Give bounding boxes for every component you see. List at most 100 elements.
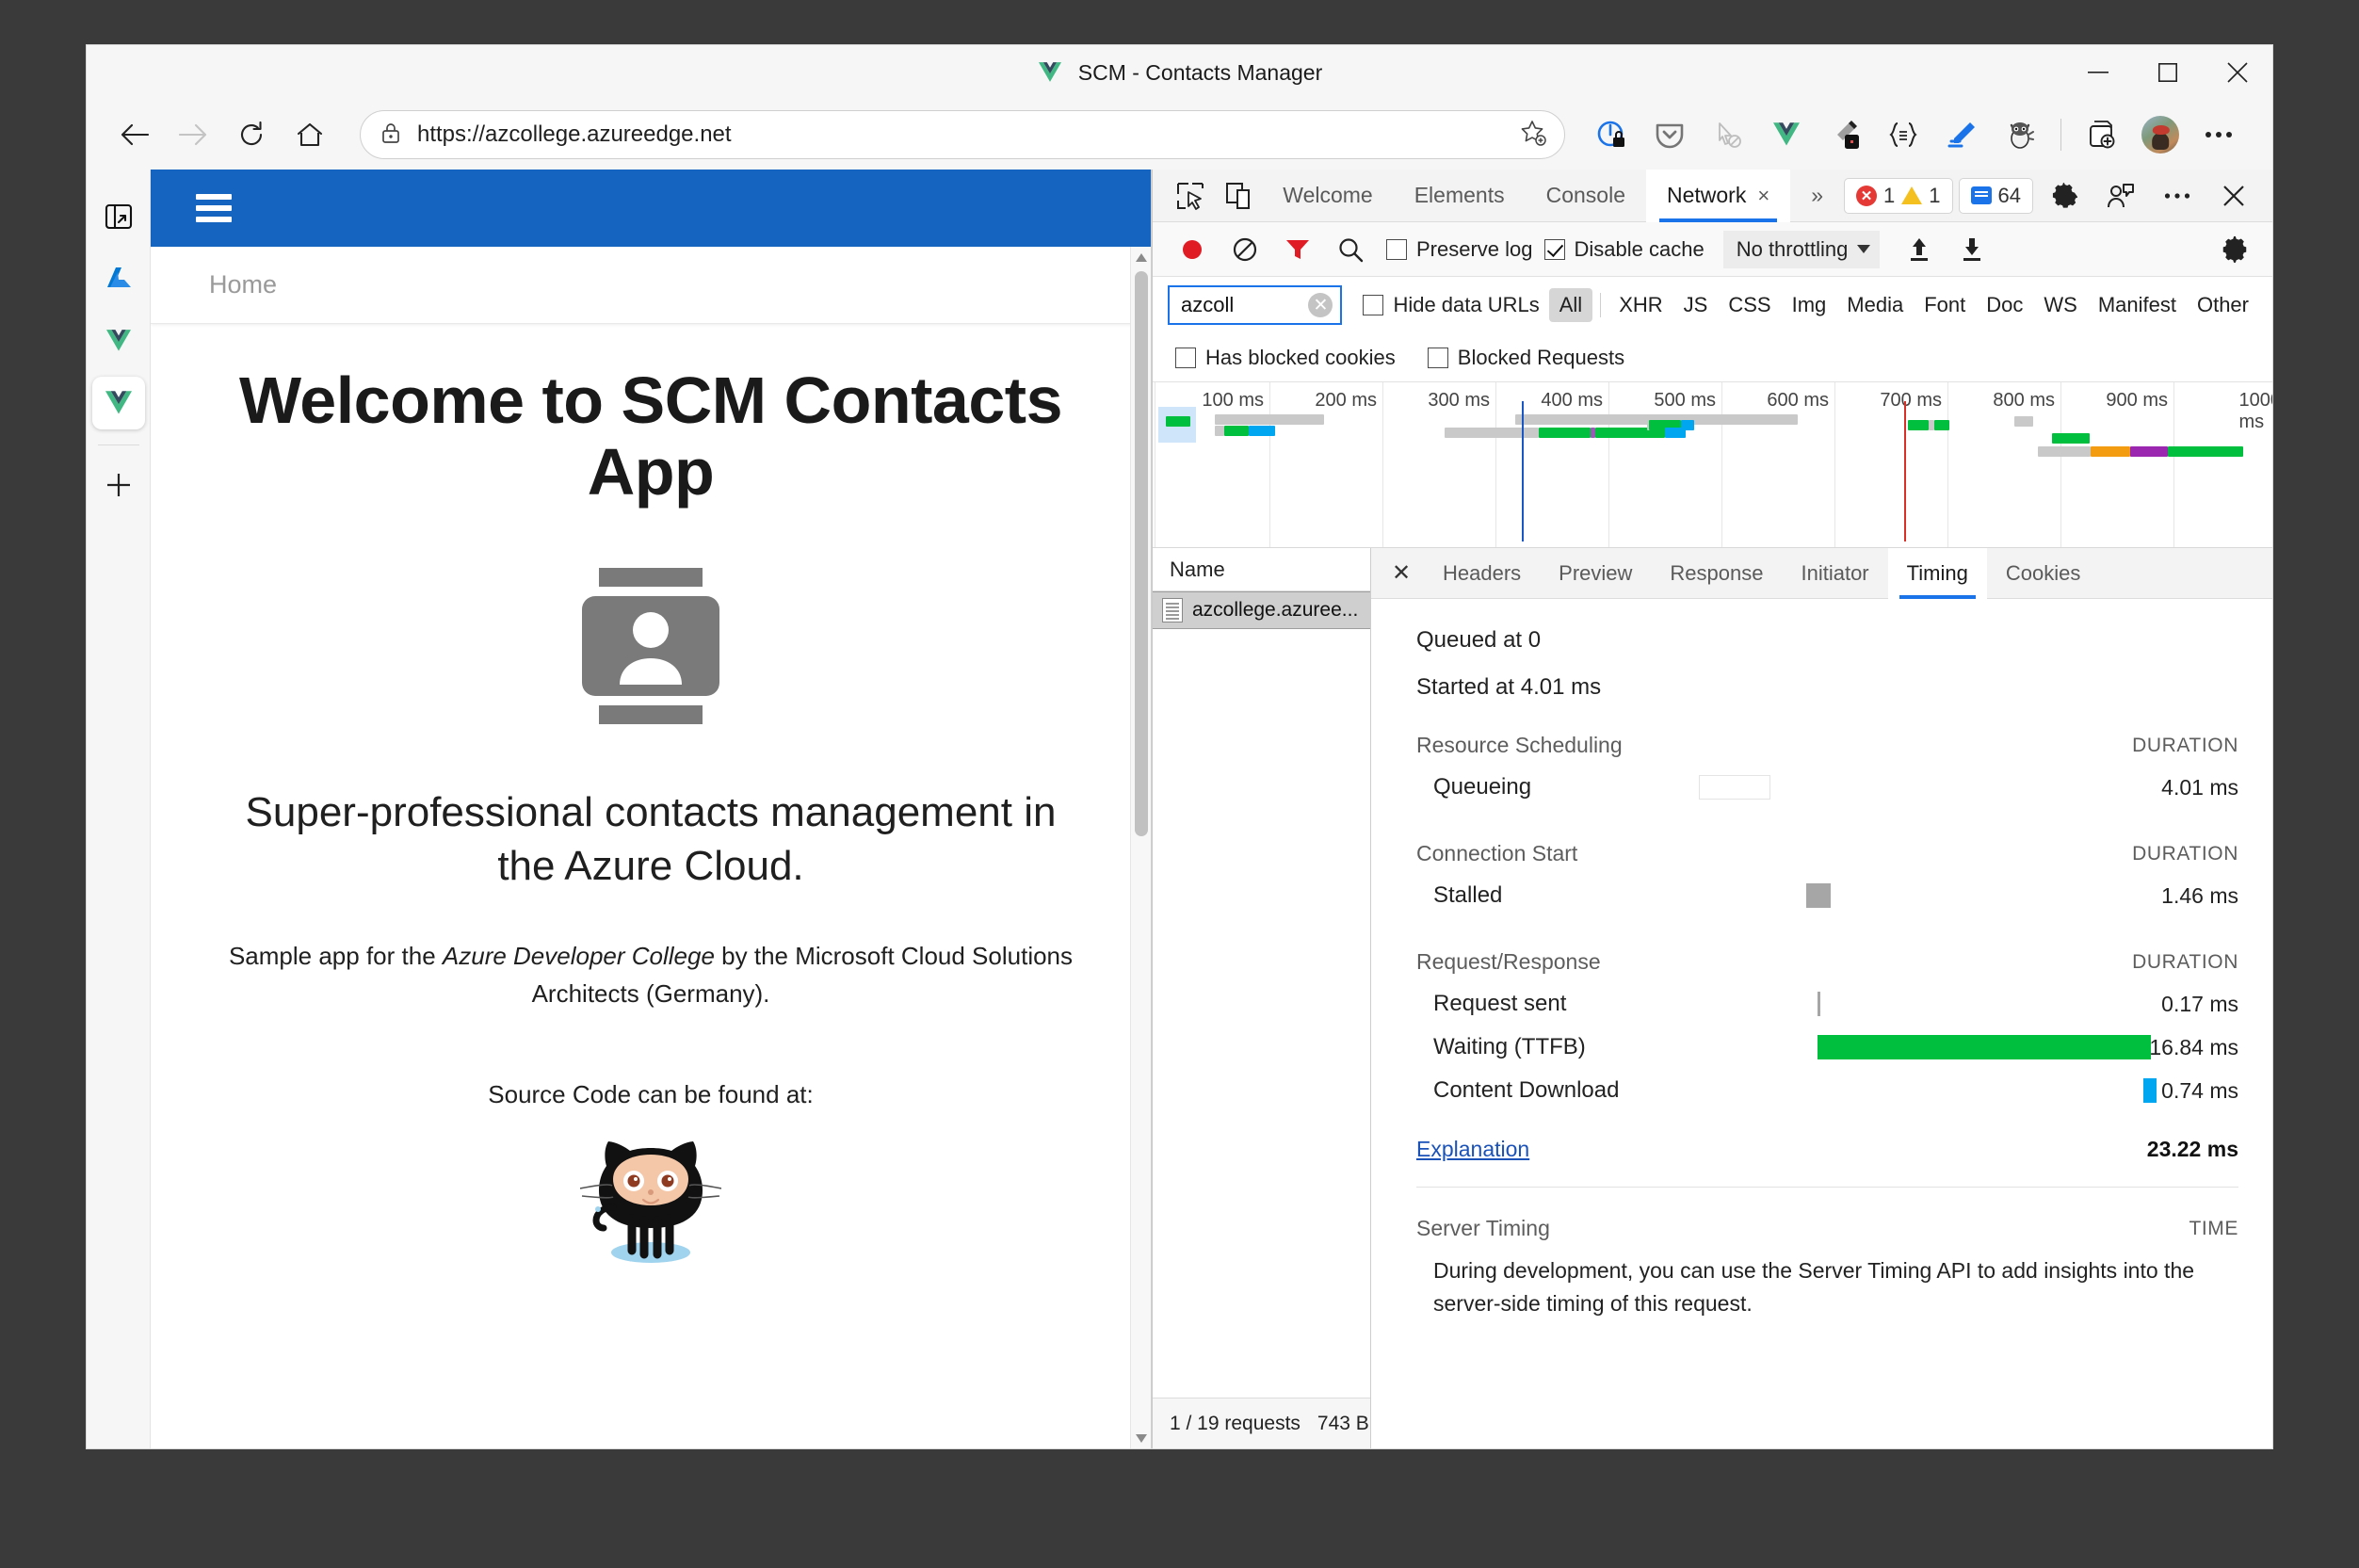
sidebar-item-azure[interactable] [92,252,145,305]
sidebar-item-add[interactable] [92,459,145,511]
url-text[interactable]: https://azcollege.azureedge.net [417,121,1510,148]
type-filter-xhr[interactable]: XHR [1608,288,1672,322]
request-list[interactable]: azcollege.azuree... [1153,591,1370,1398]
load-event-marker [1904,401,1906,542]
minimize-button[interactable] [2063,45,2133,100]
color-picker-icon[interactable] [1816,108,1874,161]
home-button[interactable] [281,108,339,161]
clear-button[interactable] [1220,228,1269,271]
has-blocked-cookies-checkbox[interactable]: Has blocked cookies [1175,346,1396,370]
inspect-element-button[interactable] [1166,174,1214,218]
tab-elements[interactable]: Elements [1394,170,1526,222]
more-tabs-button[interactable]: » [1790,170,1844,222]
hide-data-urls-checkbox[interactable]: Hide data URLs [1363,293,1540,317]
edit-pen-icon[interactable] [1932,108,1991,161]
type-filter-other[interactable]: Other [2187,288,2259,322]
page-scrollbar[interactable] [1130,247,1151,1448]
record-button[interactable] [1168,228,1217,271]
devtools-feedback-button[interactable] [2095,174,2146,218]
detail-tab-cookies[interactable]: Cookies [1987,548,2099,599]
sidebar-item-panel[interactable] [92,190,145,243]
devtools-settings-button[interactable] [2039,174,2090,218]
network-overview-timeline[interactable]: 100 ms 200 ms 300 ms 400 ms 500 ms 600 m… [1153,382,2272,548]
app-appbar [151,170,1151,247]
type-filter-img[interactable]: Img [1782,288,1837,322]
close-button[interactable] [2203,45,2272,100]
search-button[interactable] [1326,228,1375,271]
type-filter-all[interactable]: All [1548,288,1593,322]
scroll-up-arrow-icon[interactable] [1135,247,1147,267]
export-har-button[interactable] [1947,228,1996,271]
throttling-select[interactable]: No throttling [1722,230,1881,268]
close-tab-icon[interactable]: × [1757,184,1769,208]
sidebar-item-vue-1[interactable] [92,315,145,367]
type-filter-font[interactable]: Font [1914,288,1976,322]
detail-tab-response[interactable]: Response [1651,548,1782,599]
overview-tick-label: 1000 ms [2238,390,2273,432]
detail-tab-preview[interactable]: Preview [1540,548,1651,599]
filter-input[interactable]: azcoll ✕ [1168,285,1343,325]
network-settings-button[interactable] [2210,228,2259,271]
maximize-button[interactable] [2133,45,2203,100]
preserve-log-checkbox[interactable]: Preserve log [1386,237,1533,262]
tab-welcome[interactable]: Welcome [1262,170,1393,222]
scroll-down-arrow-icon[interactable] [1135,1428,1147,1448]
explanation-link[interactable]: Explanation [1416,1137,1529,1162]
clear-filter-icon[interactable]: ✕ [1308,293,1333,317]
vue-devtools-icon[interactable] [1757,108,1816,161]
detail-tab-headers[interactable]: Headers [1424,548,1540,599]
pocket-icon[interactable] [1640,108,1699,161]
json-formatter-icon[interactable] [1874,108,1932,161]
type-filter-js[interactable]: JS [1673,288,1719,322]
record-icon [1183,239,1202,259]
profile-button[interactable] [2131,108,2189,161]
tab-collection-icon[interactable] [2073,108,2131,161]
detail-tab-timing[interactable]: Timing [1887,547,1987,599]
message-counter[interactable]: 64 [1958,177,2033,214]
type-filter-manifest[interactable]: Manifest [2088,288,2187,322]
reload-button[interactable] [222,108,281,161]
chevron-down-icon [1857,245,1871,253]
device-toolbar-button[interactable] [1214,174,1262,218]
privacy-badger-icon[interactable] [1582,108,1640,161]
devtools-close-button[interactable] [2208,174,2259,218]
hamburger-menu-icon[interactable] [196,188,232,228]
scrollbar-thumb[interactable] [1134,271,1148,836]
filter-toggle-button[interactable] [1273,228,1322,271]
title-bar: SCM - Contacts Manager [87,45,2272,100]
row-label: Content Download [1433,1077,1620,1103]
type-filter-ws[interactable]: WS [2033,288,2087,322]
detail-tab-initiator[interactable]: Initiator [1782,548,1887,599]
tab-console[interactable]: Console [1526,170,1646,222]
bar-stalled [1806,883,1831,908]
issue-counter[interactable]: ✕ 1 1 [1844,177,1953,214]
tab-network[interactable]: Network × [1645,169,1791,222]
network-filter-bar-secondary: Has blocked cookies Blocked Requests [1153,333,2272,382]
page-title: Welcome to SCM Contacts App [239,364,1063,509]
devtools-more-button[interactable] [2152,174,2203,218]
tab-label: Timing [1906,560,1968,585]
add-bookmark-star-icon[interactable] [1519,119,1547,152]
source-code-label: Source Code can be found at: [488,1080,814,1109]
request-row[interactable]: azcollege.azuree... [1153,591,1370,629]
type-filter-doc[interactable]: Doc [1976,288,2033,322]
blocked-requests-checkbox[interactable]: Blocked Requests [1427,346,1624,370]
back-arrow-icon [121,123,149,146]
request-list-header[interactable]: Name [1153,548,1370,591]
cursor-block-icon[interactable] [1699,108,1757,161]
type-filter-css[interactable]: CSS [1718,288,1781,322]
import-har-button[interactable] [1895,228,1944,271]
type-filter-media[interactable]: Media [1836,288,1914,322]
address-bar[interactable]: https://azcollege.azureedge.net [360,110,1565,159]
raccoon-extension-icon[interactable] [1991,108,2049,161]
browser-more-button[interactable] [2189,108,2248,161]
throttling-value: No throttling [1736,236,1849,261]
forward-button[interactable] [164,108,222,161]
close-detail-button[interactable]: ✕ [1379,548,1424,599]
disable-cache-checkbox[interactable]: Disable cache [1543,237,1705,262]
back-button[interactable] [105,108,164,161]
sidebar-item-vue-2[interactable] [91,377,145,429]
breadcrumb-home[interactable]: Home [209,270,277,299]
vue-logo-icon [105,391,132,414]
filter-value[interactable]: azcoll [1181,293,1308,317]
